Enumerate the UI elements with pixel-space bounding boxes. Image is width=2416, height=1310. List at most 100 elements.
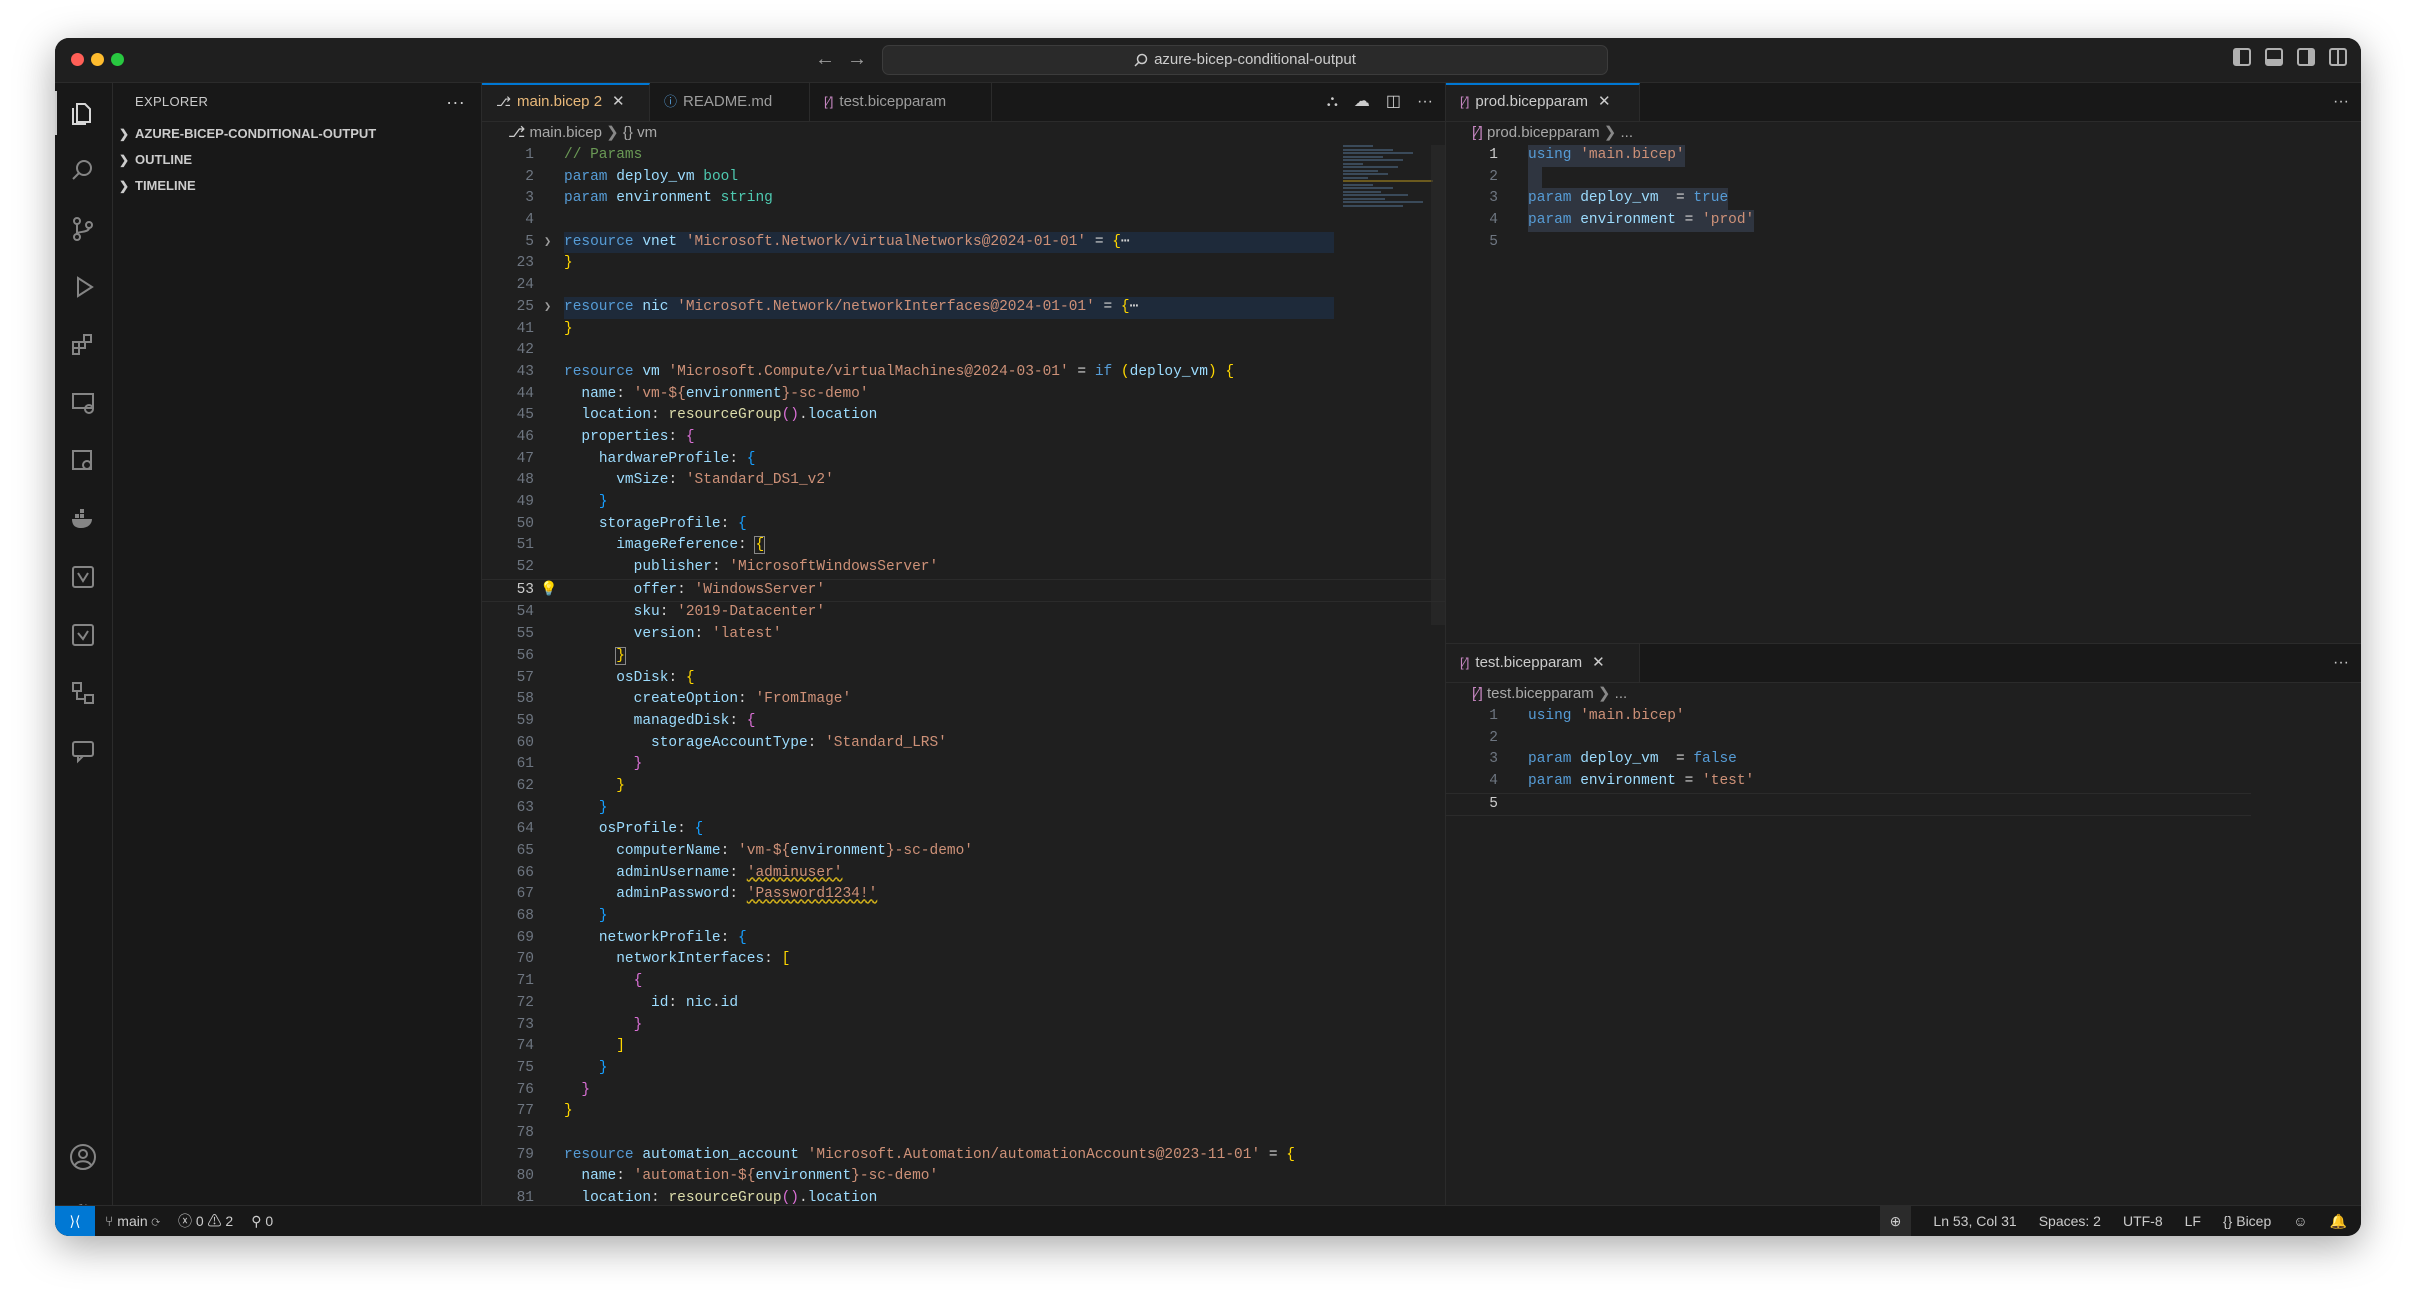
breadcrumb: [⁄] prod.bicepparam ❯ ...	[1472, 124, 1634, 141]
warning-icon: ⚠	[207, 1213, 226, 1229]
vscode-window: ← → azure-bicep-conditional-output 1	[55, 38, 2361, 1236]
tab-bar: [⁄] prod.bicepparam ✕ ···	[1446, 83, 2361, 122]
minimap[interactable]	[1343, 145, 1433, 265]
workflow-icon[interactable]	[69, 679, 97, 707]
line-number: 78	[516, 1124, 534, 1141]
line-number: 1	[1489, 147, 1498, 163]
line-number: 66	[516, 864, 534, 881]
warning-count: 2	[225, 1213, 234, 1229]
section-workspace[interactable]: ❯ AZURE-BICEP-CONDITIONAL-OUTPUT	[113, 121, 481, 147]
explorer-icon[interactable]	[69, 99, 97, 127]
code-editor[interactable]: 1// Params 2 param deploy_vm bool 3 param …	[482, 145, 1445, 1210]
account-icon[interactable]	[69, 1143, 97, 1171]
ports-indicator[interactable]: ⚲ 0	[251, 1206, 273, 1236]
explorer-sidebar: EXPLORER ··· ❯ AZURE-BICEP-CONDITIONAL-OU…	[113, 83, 482, 1206]
tab-main-bicep[interactable]: ⎇ main.bicep 2 ✕	[482, 83, 650, 121]
remote-indicator-icon[interactable]: ⟩⟨	[55, 1206, 95, 1236]
code-editor[interactable]: 1 using 'main.bicep' 2 3 param deploy_vm =…	[1446, 145, 2361, 253]
tab-test-bicepparam[interactable]: [⁄] test.bicepparam	[810, 83, 992, 121]
breadcrumb-rest[interactable]: ...	[1615, 685, 1628, 702]
line-number: 4	[525, 212, 534, 229]
split-editor-icon[interactable]: ◫	[1386, 83, 1401, 121]
toggle-secondary-sidebar-icon[interactable]	[2297, 48, 2315, 66]
end-of-line[interactable]: LF	[2185, 1206, 2201, 1236]
azure-resources-icon[interactable]	[69, 621, 97, 649]
minimize-window-button[interactable]	[91, 53, 104, 66]
code-editor[interactable]: 1 using 'main.bicep' 2 3 param deploy_vm =…	[1446, 706, 2361, 817]
run-debug-icon[interactable]	[69, 273, 97, 301]
line-number: 45	[516, 407, 534, 424]
indentation[interactable]: Spaces: 2	[2039, 1206, 2101, 1236]
close-window-button[interactable]	[71, 53, 84, 66]
fold-chevron-icon[interactable]: ❯	[544, 232, 551, 254]
info-icon: ⓘ	[664, 94, 678, 109]
more-actions-icon[interactable]: ···	[2333, 644, 2349, 682]
deploy-icon[interactable]: ☁	[1354, 83, 1370, 121]
file-icon: [⁄]	[1460, 655, 1470, 670]
section-outline[interactable]: ❯ OUTLINE	[113, 147, 481, 173]
comments-icon[interactable]	[69, 737, 97, 765]
close-tab-icon[interactable]: ✕	[1598, 93, 1611, 110]
line-number: 79	[516, 1146, 534, 1163]
breadcrumb-file[interactable]: prod.bicepparam	[1487, 124, 1600, 141]
chevron-right-icon: ❯	[119, 127, 130, 141]
remote-explorer-icon[interactable]	[69, 389, 97, 417]
breadcrumb-file-icon: ⎇	[508, 124, 530, 141]
error-icon: ⓧ	[177, 1213, 196, 1229]
source-control-icon[interactable]	[69, 215, 97, 243]
line-number: 46	[516, 428, 534, 445]
line-number: 56	[516, 647, 534, 664]
ports-count: 0	[265, 1213, 274, 1229]
breadcrumb-file[interactable]: main.bicep	[529, 124, 602, 141]
fold-chevron-icon[interactable]: ❯	[544, 297, 551, 319]
line-number: 65	[516, 843, 534, 859]
extensions-icon[interactable]	[69, 331, 97, 359]
tab-prod-bicepparam[interactable]: [⁄] prod.bicepparam ✕	[1446, 83, 1640, 121]
tab-test-bicepparam[interactable]: [⁄] test.bicepparam ✕	[1446, 644, 1640, 682]
back-arrow-icon[interactable]: ←	[815, 47, 835, 71]
search-icon[interactable]	[69, 157, 97, 185]
breadcrumb-rest[interactable]: ...	[1621, 124, 1634, 141]
breadcrumb: [⁄] test.bicepparam ❯ ...	[1472, 685, 1628, 702]
maximize-window-button[interactable]	[111, 53, 124, 66]
braces-icon: {}	[2222, 1213, 2237, 1229]
line-number: 47	[516, 450, 534, 467]
tab-label: prod.bicepparam	[1475, 93, 1588, 110]
customize-layout-icon[interactable]	[2329, 48, 2347, 66]
line-number: 63	[516, 799, 534, 816]
close-tab-icon[interactable]: ✕	[1592, 654, 1605, 671]
azure-icon[interactable]	[69, 563, 97, 591]
command-center-search[interactable]: azure-bicep-conditional-output	[882, 45, 1608, 75]
line-number: 51	[516, 537, 534, 554]
section-timeline[interactable]: ❯ TIMELINE	[113, 173, 481, 199]
lightbulb-icon[interactable]: 💡	[540, 580, 557, 602]
branch-icon: ⑂	[105, 1213, 118, 1229]
more-actions-icon[interactable]: ···	[2333, 83, 2349, 121]
zoom-icon[interactable]: ⊕	[1879, 1206, 1912, 1236]
line-number: 60	[516, 734, 534, 751]
line-number: 48	[516, 472, 534, 489]
ports-icon: ⚲	[251, 1213, 266, 1229]
close-tab-icon[interactable]: ✕	[612, 93, 625, 110]
copilot-icon[interactable]: ☺	[2293, 1206, 2307, 1236]
cursor-position[interactable]: Ln 53, Col 31	[1933, 1206, 2016, 1236]
forward-arrow-icon[interactable]: →	[847, 47, 867, 71]
toggle-primary-sidebar-icon[interactable]	[2233, 48, 2251, 66]
language-mode[interactable]: {} Bicep	[2223, 1206, 2271, 1236]
breadcrumb-symbol[interactable]: {} vm	[623, 124, 657, 141]
visualizer-icon[interactable]: ⛬	[1327, 83, 1338, 121]
branch-indicator[interactable]: ⑂ main ⟳	[105, 1206, 160, 1236]
problems-indicator[interactable]: ⓧ 0 ⚠ 2	[178, 1206, 233, 1236]
notifications-bell-icon[interactable]: 🔔	[2330, 1206, 2347, 1236]
breadcrumb-file[interactable]: test.bicepparam	[1487, 685, 1594, 702]
toggle-panel-icon[interactable]	[2265, 48, 2283, 66]
tab-readme[interactable]: ⓘ README.md	[650, 83, 810, 121]
vertical-scrollbar[interactable]	[1431, 145, 1445, 625]
docker-icon[interactable]	[69, 505, 97, 533]
more-actions-icon[interactable]: ···	[1417, 83, 1433, 121]
more-actions-icon[interactable]: ···	[446, 83, 465, 121]
sync-icon[interactable]: ⟳	[152, 1213, 160, 1229]
containers-icon[interactable]	[69, 447, 97, 475]
status-bar: ⟩⟨ ⑂ main ⟳ ⓧ 0 ⚠ 2 ⚲ 0 ⊕ Ln 53, Col 31 …	[55, 1205, 2361, 1236]
encoding[interactable]: UTF-8	[2123, 1206, 2163, 1236]
